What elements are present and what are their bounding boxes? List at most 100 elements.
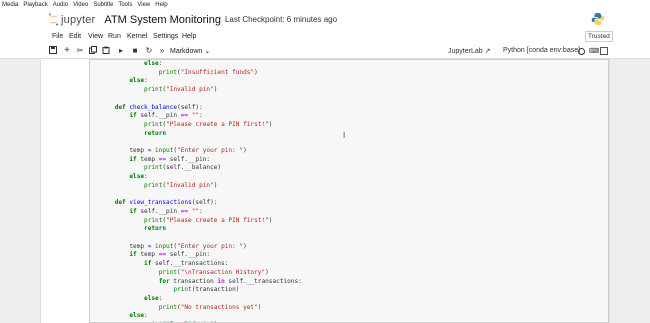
- menu-settings[interactable]: Settings: [153, 33, 178, 40]
- code-token: temp: [129, 147, 148, 155]
- os-menu-item[interactable]: Media: [2, 2, 18, 8]
- code-token: "": [191, 207, 200, 215]
- menu-file[interactable]: File: [52, 33, 63, 40]
- code-token: for: [158, 277, 170, 285]
- code-token: (self.__balance): [162, 164, 222, 172]
- code-token: :: [144, 173, 148, 181]
- notebook-toolbar: + ✂ ▸ ■ ↻ » Markdown ⌄ JupyterLab ↗ Pyth…: [0, 44, 650, 59]
- code-line: else:: [100, 60, 608, 69]
- code-token: (self):: [177, 103, 203, 111]
- code-token: input: [155, 242, 174, 250]
- code-token: print: [158, 303, 178, 311]
- code-token: else: [129, 312, 145, 320]
- os-menu-item[interactable]: Audio: [53, 2, 68, 8]
- code-line: print("Invalid pin"): [100, 182, 608, 191]
- jupyterlab-link[interactable]: JupyterLab ↗: [448, 47, 490, 55]
- os-menu-item[interactable]: View: [137, 2, 150, 8]
- code-token: "Please create a PIN first!": [166, 120, 269, 128]
- code-token: "Invalid pin": [166, 181, 214, 189]
- code-line: def check_balance(self):: [100, 104, 608, 113]
- os-menubar: Media Playback Audio Video Subtitle Tools View…: [0, 0, 650, 9]
- code-token: ): [257, 303, 262, 311]
- code-line: print(transaction): [100, 286, 608, 295]
- menu-help[interactable]: Help: [182, 33, 196, 40]
- code-token: input: [155, 147, 174, 155]
- restart-icon[interactable]: ↻: [144, 46, 154, 56]
- code-token: "Invalid pin": [166, 86, 214, 94]
- code-token: (self):: [191, 199, 218, 207]
- code-line: return: [100, 225, 608, 234]
- command-palette-icon[interactable]: [600, 47, 608, 55]
- code-token: "Please create a PIN first!": [166, 216, 269, 224]
- menu-view[interactable]: View: [88, 33, 103, 40]
- code-token: ==: [158, 155, 167, 163]
- menu-run[interactable]: Run: [108, 33, 121, 40]
- code-token: ): [213, 86, 218, 94]
- kernel-status-icon: [578, 48, 585, 55]
- code-token: :: [199, 112, 203, 120]
- code-token: :: [199, 207, 203, 215]
- add-cell-icon[interactable]: +: [62, 46, 72, 56]
- trusted-indicator[interactable]: Trusted: [585, 31, 613, 42]
- code-token: transaction: [169, 277, 218, 285]
- menu-kernel[interactable]: Kernel: [127, 33, 147, 40]
- code-line: print("Invalid pin"): [100, 86, 608, 95]
- code-token: print: [144, 216, 163, 224]
- code-token: ): [243, 242, 247, 250]
- os-menu-item[interactable]: Help: [155, 2, 167, 8]
- code-token: else: [129, 77, 145, 85]
- code-token: check_balance: [129, 103, 178, 111]
- code-line: return: [100, 130, 608, 139]
- code-token: ==: [180, 112, 189, 120]
- code-token: view_transactions: [129, 199, 192, 207]
- save-icon[interactable]: [48, 46, 58, 56]
- paste-icon[interactable]: [101, 46, 111, 56]
- jupyterlab-label: JupyterLab: [448, 48, 483, 55]
- code-token: def: [114, 103, 126, 111]
- code-token: "\nTransaction History": [180, 268, 266, 276]
- code-line: else:: [100, 77, 608, 86]
- stop-icon[interactable]: ■: [130, 46, 140, 56]
- code-token: self.__transactions:: [151, 260, 229, 268]
- code-line: if temp == self.__pin:: [100, 251, 608, 260]
- code-token: ): [254, 68, 258, 76]
- code-token: print: [144, 86, 163, 94]
- os-menu-item[interactable]: Subtitle: [93, 2, 113, 8]
- os-menu-item[interactable]: Video: [73, 2, 88, 8]
- code-token: def: [114, 199, 126, 207]
- fast-forward-icon[interactable]: »: [157, 46, 167, 56]
- cut-icon[interactable]: ✂: [75, 46, 85, 56]
- code-token: self.__transactions:: [224, 277, 302, 285]
- code-cell[interactable]: else: print("Insufficient funds") else: …: [89, 59, 609, 323]
- notebook-title[interactable]: ATM System Monitoring: [104, 14, 221, 26]
- os-menu-item[interactable]: Playback: [23, 2, 47, 8]
- notebook-container: else: print("Insufficient funds") else: …: [40, 59, 610, 323]
- code-token: print: [144, 181, 163, 189]
- code-token: if: [129, 251, 137, 259]
- keyboard-icon[interactable]: ⌨: [589, 47, 599, 55]
- code-token: ): [265, 268, 269, 276]
- code-token: ): [243, 147, 247, 155]
- code-editor[interactable]: else: print("Insufficient funds") else: …: [90, 60, 608, 322]
- os-menu-item[interactable]: Tools: [118, 2, 132, 8]
- code-token: :: [158, 294, 163, 302]
- code-token: temp: [129, 242, 148, 250]
- code-line: else:: [100, 295, 608, 304]
- code-token: else: [129, 173, 145, 181]
- notebook-menubar: File Edit View Run Kernel Settings Help …: [0, 30, 650, 44]
- copy-icon[interactable]: [88, 46, 98, 56]
- code-token: else: [144, 60, 159, 67]
- jupyter-logo[interactable]: jupyter: [48, 13, 95, 26]
- run-icon[interactable]: ▸: [116, 46, 126, 56]
- code-line: def view_transactions(self):: [100, 199, 608, 208]
- external-link-icon: ↗: [484, 48, 491, 55]
- menu-edit[interactable]: Edit: [69, 33, 81, 40]
- jupyter-logo-icon: [49, 13, 58, 26]
- code-token: self.__pin:: [166, 155, 211, 163]
- notebook-header: jupyter ATM System Monitoring Last Check…: [0, 9, 650, 30]
- kernel-name[interactable]: Python [conda env:base]: [503, 47, 580, 54]
- cell-type-select[interactable]: Markdown ⌄: [170, 47, 210, 55]
